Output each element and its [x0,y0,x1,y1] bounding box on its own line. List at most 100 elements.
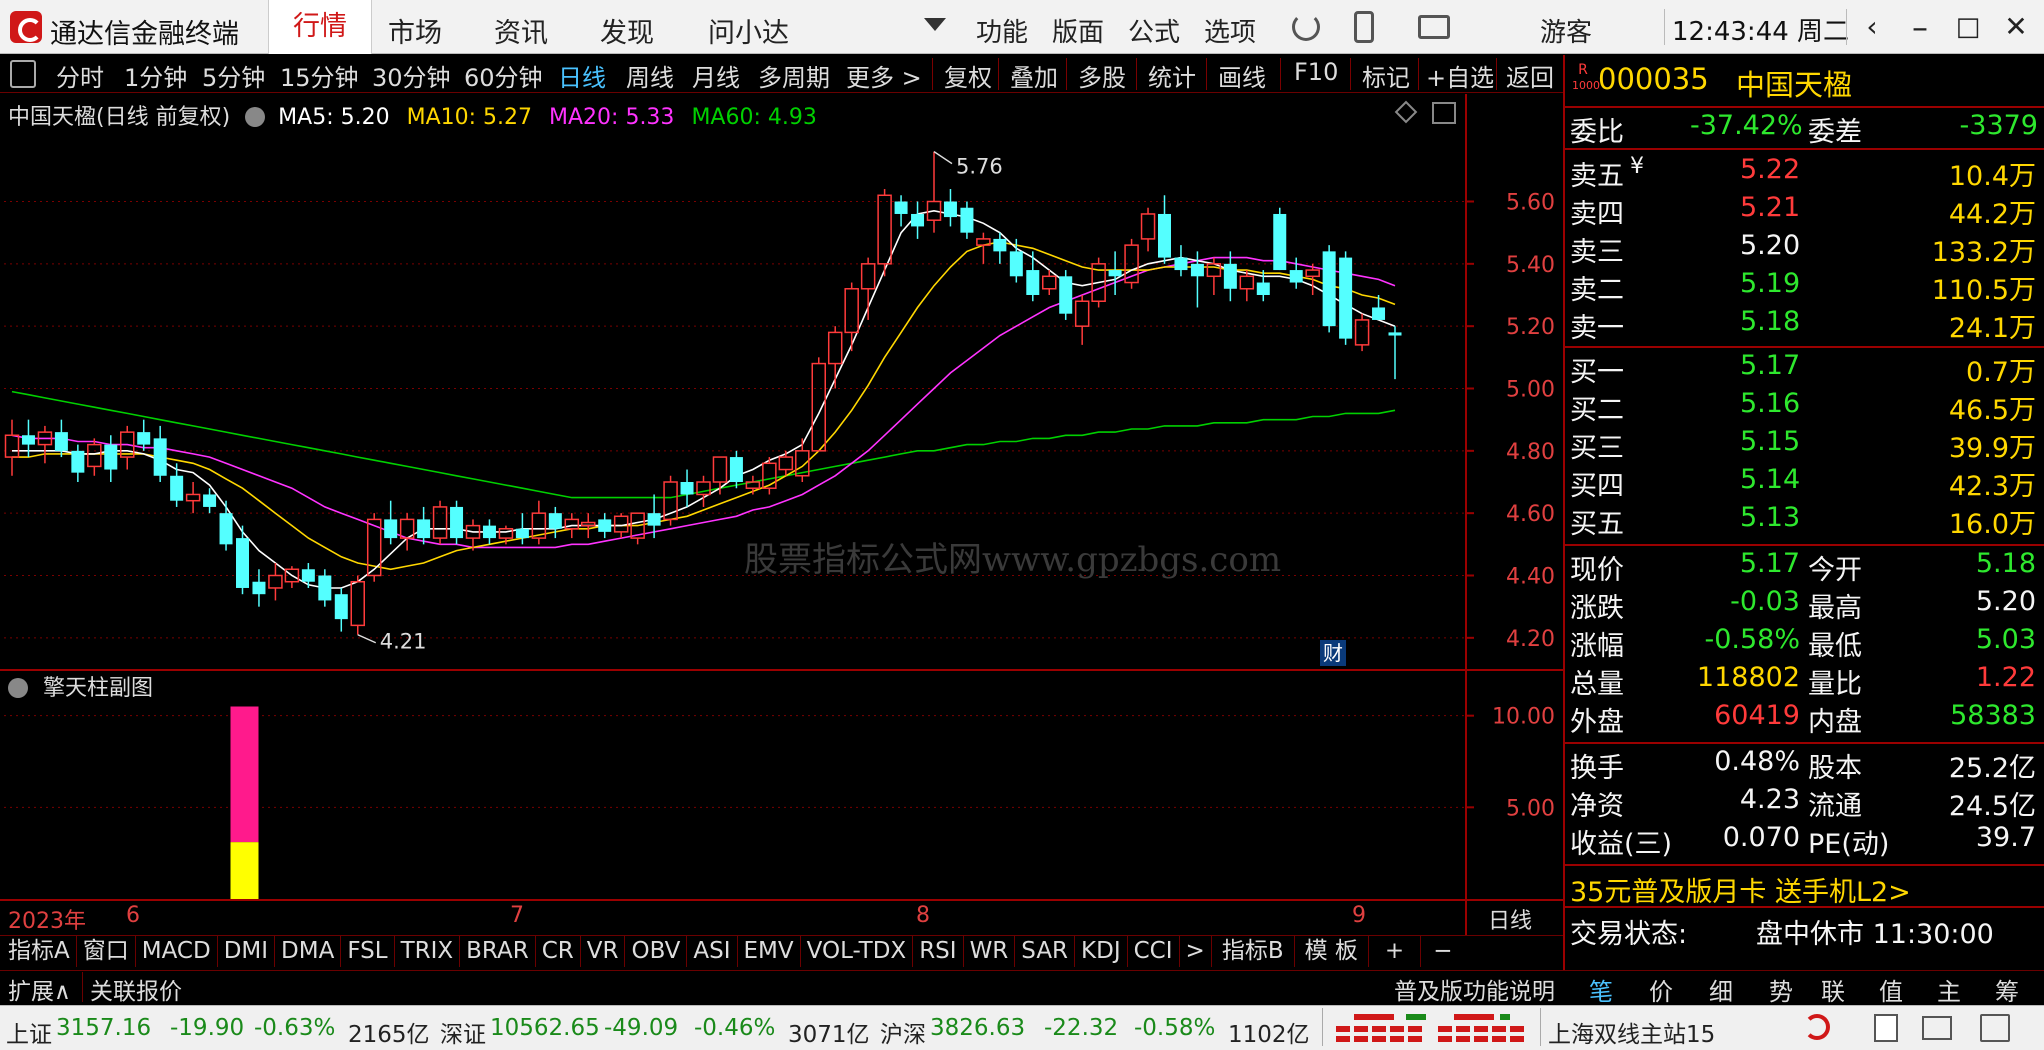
period-intraday[interactable]: 分时 [56,58,104,93]
action-adjust[interactable]: 复权 [944,58,992,93]
panel-tab-chips[interactable]: 筹 [1976,972,2038,1007]
collapse-icon[interactable] [8,678,28,698]
notepad-icon[interactable] [1874,1014,1898,1042]
menu-layout[interactable]: 版面 [1052,12,1104,49]
bid-price[interactable]: 5.15 [1740,426,1800,457]
tab-brar[interactable]: BRAR [460,935,536,967]
dropdown-arrow-icon[interactable] [924,18,946,31]
action-draw[interactable]: 画线 [1218,58,1266,93]
panel-tab-value[interactable]: 值 [1860,972,1922,1007]
window-icon[interactable] [1922,1016,1952,1040]
period-30min[interactable]: 30分钟 [372,58,451,93]
bid-price[interactable]: 5.16 [1740,388,1800,419]
tab-template[interactable]: 模 板 [1295,935,1369,967]
user-guest[interactable]: 游客 [1540,12,1592,49]
related-quotes-button[interactable]: 关联报价 [90,972,182,1006]
kline-chart[interactable]: 5.60 5.40 5.20 5.00 4.80 4.60 4.40 4.20 5.76 4.21… [0,94,1563,935]
bid-price[interactable]: 5.13 [1740,502,1800,533]
close-icon[interactable]: ✕ [1996,8,2036,46]
period-5min[interactable]: 5分钟 [202,58,265,93]
tab-fsl[interactable]: FSL [341,935,395,967]
menu-quotes[interactable]: 行情 [268,0,372,54]
ask-price[interactable]: 5.19 [1740,268,1800,299]
sh-name[interactable]: 上证 [6,1015,52,1049]
candle-body [384,519,398,539]
calculator-icon[interactable] [1980,1014,2010,1042]
edition-help-link[interactable]: 普及版功能说明 [1394,972,1555,1006]
bid-price[interactable]: 5.14 [1740,464,1800,495]
hs-name[interactable]: 沪深 [880,1015,926,1049]
expand-button[interactable]: 扩展∧ [8,972,71,1006]
tab-cci[interactable]: CCI [1128,935,1180,967]
menu-market[interactable]: 市场 [388,11,442,50]
candle [894,195,908,227]
tab-wr[interactable]: WR [964,935,1016,967]
collapse-icon[interactable] [245,107,266,127]
panel-tab-trades[interactable]: 笔 [1570,972,1632,1007]
tab-indicator-a[interactable]: 指标A [2,935,77,967]
tab-kdj[interactable]: KDJ [1075,935,1128,967]
maximize-icon[interactable]: □ [1948,8,1988,46]
period-more[interactable]: 更多 > [846,58,922,93]
menu-options[interactable]: 选项 [1204,12,1256,49]
tab-asi[interactable]: ASI [687,935,738,967]
action-mark[interactable]: 标记 [1362,58,1410,93]
candle-body [548,513,562,529]
tab-vr[interactable]: VR [581,935,626,967]
panel-tab-detail[interactable]: 细 [1690,972,1752,1007]
ask-price[interactable]: 5.20 [1740,230,1800,261]
message-icon[interactable] [1418,15,1450,39]
action-stats[interactable]: 统计 [1148,58,1196,93]
panel-tab-main[interactable]: 主 [1918,972,1980,1007]
back-nav-icon[interactable]: ‹ [1852,8,1892,46]
tab-trix[interactable]: TRIX [395,935,461,967]
tab-add[interactable]: + [1369,935,1422,967]
promo-link[interactable]: 35元普及版月卡 送手机L2> [1570,870,1911,909]
menu-ask-xiaoda[interactable]: 问小达 [708,11,789,50]
period-15min[interactable]: 15分钟 [280,58,359,93]
mobile-icon[interactable] [1354,11,1374,43]
tab-indicator-b[interactable]: 指标B [1212,935,1295,967]
action-back[interactable]: 返回 [1506,58,1554,93]
tab-rsi[interactable]: RSI [913,935,964,967]
bid-price[interactable]: 5.17 [1740,350,1800,381]
tab-window[interactable]: 窗口 [77,935,136,967]
panel-tab-price[interactable]: 价 [1630,972,1692,1007]
period-daily[interactable]: 日线 [558,58,606,93]
tab-remove[interactable]: − [1421,935,1464,967]
action-overlay[interactable]: 叠加 [1010,58,1058,93]
panel-tab-related[interactable]: 联 [1802,972,1864,1007]
tab-dma[interactable]: DMA [275,935,342,967]
ask-price[interactable]: 5.21 [1740,192,1800,223]
finance-badge[interactable]: 财 [1320,640,1346,666]
action-f10[interactable]: F10 [1294,58,1338,86]
tab-cr[interactable]: CR [536,935,581,967]
period-1min[interactable]: 1分钟 [124,58,187,93]
tab-dmi[interactable]: DMI [218,935,276,967]
menu-news[interactable]: 资讯 [494,11,548,50]
panel-icon[interactable] [1432,102,1456,124]
period-60min[interactable]: 60分钟 [464,58,543,93]
menu-formula[interactable]: 公式 [1128,12,1180,49]
tab-emv[interactable]: EMV [738,935,801,967]
period-monthly[interactable]: 月线 [692,58,740,93]
action-add-watchlist[interactable]: +自选 [1426,58,1494,93]
period-multi[interactable]: 多周期 [758,58,830,93]
connection-refresh-icon[interactable] [1804,1014,1830,1040]
tab-obv[interactable]: OBV [625,935,688,967]
refresh-icon[interactable] [1292,13,1320,41]
ask-price[interactable]: 5.18 [1740,306,1800,337]
period-weekly[interactable]: 周线 [626,58,674,93]
tab-vol-tdx[interactable]: VOL-TDX [801,935,914,967]
tab-more-arrow[interactable]: > [1180,935,1212,967]
tab-sar[interactable]: SAR [1015,935,1076,967]
action-multi-stock[interactable]: 多股 [1078,58,1126,93]
sidebar-toggle-icon[interactable] [10,60,36,88]
menu-functions[interactable]: 功能 [976,12,1028,49]
ask-price[interactable]: 5.22 [1740,154,1800,185]
tab-macd[interactable]: MACD [136,935,218,967]
minimize-icon[interactable]: – [1900,8,1940,46]
menu-discover[interactable]: 发现 [600,11,654,50]
server-name[interactable]: 上海双线主站15 [1548,1015,1715,1049]
sz-name[interactable]: 深证 [440,1015,486,1049]
